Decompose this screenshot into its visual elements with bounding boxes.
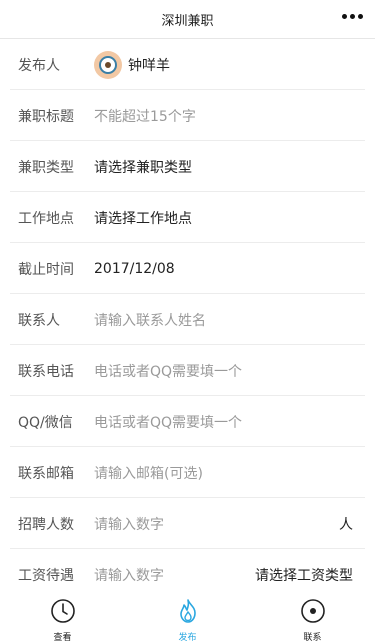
email-input[interactable]: 请输入邮箱(可选) [94,463,203,483]
qq-wechat-label: QQ/微信 [18,414,73,431]
job-title-input[interactable]: 不能超过15个字 [94,106,196,126]
circle-dot-icon [300,598,326,628]
work-location-label: 工作地点 [18,210,74,227]
contact-person-label: 联系人 [18,312,60,329]
headcount-label: 招聘人数 [18,516,74,533]
phone-label: 联系电话 [18,363,74,380]
contact-person-row[interactable]: 联系人 请输入联系人姓名 [0,294,375,345]
tab-publish[interactable]: 发布 [125,592,250,644]
headcount-unit: 人 [339,516,353,533]
tab-view-label: 查看 [53,633,72,643]
flame-icon [175,598,201,628]
more-dot [358,14,363,19]
more-dot [350,14,355,19]
qq-wechat-row[interactable]: QQ/微信 电话或者QQ需要填一个 [0,396,375,447]
navigation-bar: 深圳兼职 [0,0,375,39]
job-type-label: 兼职类型 [18,159,74,176]
headcount-row[interactable]: 招聘人数 请输入数字 人 [0,498,375,549]
deadline-picker[interactable]: 2017/12/08 [94,261,175,277]
work-location-row[interactable]: 工作地点 请选择工作地点 [0,192,375,243]
contact-person-input[interactable]: 请输入联系人姓名 [94,310,206,330]
more-dot [342,14,347,19]
job-type-picker[interactable]: 请选择兼职类型 [94,157,192,177]
deadline-row[interactable]: 截止时间 2017/12/08 [0,243,375,294]
email-label: 联系邮箱 [18,465,74,482]
job-title-row[interactable]: 兼职标题 不能超过15个字 [0,90,375,141]
deadline-label: 截止时间 [18,261,74,278]
tab-bar: 查看 发布 联系 [0,592,375,644]
phone-input[interactable]: 电话或者QQ需要填一个 [94,361,242,381]
avatar [94,50,122,79]
email-row[interactable]: 联系邮箱 请输入邮箱(可选) [0,447,375,498]
publisher-label: 发布人 [18,57,60,74]
tab-view[interactable]: 查看 [0,592,125,644]
salary-label: 工资待遇 [18,567,74,584]
tab-publish-label: 发布 [178,633,197,643]
job-post-form: 发布人 钟咩羊 兼职标题 不能超过15个字 兼职类型 请选择兼职类型 工作地点 … [0,39,375,600]
tab-contact[interactable]: 联系 [250,592,375,644]
headcount-input[interactable]: 请输入数字 [94,514,164,534]
more-options-icon[interactable] [342,14,363,19]
salary-input[interactable]: 请输入数字 [94,565,164,585]
job-title-label: 兼职标题 [18,108,74,125]
job-type-row[interactable]: 兼职类型 请选择兼职类型 [0,141,375,192]
page-title: 深圳兼职 [161,13,214,29]
phone-row[interactable]: 联系电话 电话或者QQ需要填一个 [0,345,375,396]
qq-wechat-input[interactable]: 电话或者QQ需要填一个 [94,412,242,432]
clock-icon [50,598,76,628]
publisher-name: 钟咩羊 [128,57,170,74]
work-location-picker[interactable]: 请选择工作地点 [94,208,192,228]
salary-type-picker[interactable]: 请选择工资类型 [255,565,353,585]
publisher-row: 发布人 钟咩羊 [0,39,375,90]
tab-contact-label: 联系 [303,633,322,643]
